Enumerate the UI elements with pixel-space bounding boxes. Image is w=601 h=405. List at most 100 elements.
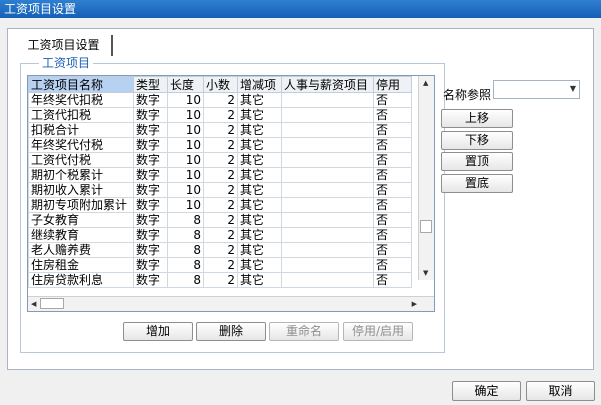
ok-button[interactable]: 确定 xyxy=(452,381,521,401)
add-button[interactable]: 增加 xyxy=(123,322,193,341)
cell-name[interactable]: 期初收入累计 xyxy=(28,182,134,198)
col-header-hr-item[interactable]: 人事与薪资项目 xyxy=(281,76,374,93)
cell-hr-item[interactable] xyxy=(281,212,374,228)
col-header-disabled[interactable]: 停用 xyxy=(373,76,412,93)
cell-disabled[interactable]: 否 xyxy=(373,137,412,153)
cell-type[interactable]: 数字 xyxy=(133,197,168,213)
cell-increase-decrease[interactable]: 其它 xyxy=(237,137,282,153)
cell-name[interactable]: 期初专项附加累计 xyxy=(28,197,134,213)
name-reference-select[interactable]: ▼ xyxy=(493,80,580,99)
cell-decimal[interactable]: 2 xyxy=(203,257,238,273)
table-row[interactable]: 住房租金 数字 8 2 其它 否 xyxy=(28,257,412,273)
table-row[interactable]: 子女教育 数字 8 2 其它 否 xyxy=(28,212,412,228)
cell-disabled[interactable]: 否 xyxy=(373,167,412,183)
cell-type[interactable]: 数字 xyxy=(133,242,168,258)
cell-increase-decrease[interactable]: 其它 xyxy=(237,242,282,258)
cell-hr-item[interactable] xyxy=(281,242,374,258)
cell-type[interactable]: 数字 xyxy=(133,167,168,183)
cell-increase-decrease[interactable]: 其它 xyxy=(237,92,282,108)
cell-hr-item[interactable] xyxy=(281,92,374,108)
cell-increase-decrease[interactable]: 其它 xyxy=(237,167,282,183)
scroll-down-icon[interactable]: ▼ xyxy=(423,269,428,277)
cell-hr-item[interactable] xyxy=(281,167,374,183)
cell-decimal[interactable]: 2 xyxy=(203,137,238,153)
cell-name[interactable]: 年终奖代付税 xyxy=(28,137,134,153)
table-row[interactable]: 继续教育 数字 8 2 其它 否 xyxy=(28,227,412,243)
cell-name[interactable]: 扣税合计 xyxy=(28,122,134,138)
cell-decimal[interactable]: 2 xyxy=(203,107,238,123)
cell-decimal[interactable]: 2 xyxy=(203,272,238,288)
cell-increase-decrease[interactable]: 其它 xyxy=(237,107,282,123)
scroll-left-icon[interactable]: ◀ xyxy=(31,300,36,308)
vertical-scrollbar[interactable]: ▲ ▼ xyxy=(418,76,434,280)
horizontal-scrollbar[interactable]: ◀ ▶ xyxy=(28,296,434,311)
cell-disabled[interactable]: 否 xyxy=(373,242,412,258)
cell-disabled[interactable]: 否 xyxy=(373,182,412,198)
cell-disabled[interactable]: 否 xyxy=(373,152,412,168)
cell-name[interactable]: 住房贷款利息 xyxy=(28,272,134,288)
cell-length[interactable]: 8 xyxy=(167,227,204,243)
cell-length[interactable]: 10 xyxy=(167,137,204,153)
cell-name[interactable]: 工资代扣税 xyxy=(28,107,134,123)
horizontal-scroll-thumb[interactable] xyxy=(40,298,64,309)
cell-disabled[interactable]: 否 xyxy=(373,272,412,288)
col-header-decimal[interactable]: 小数 xyxy=(203,76,238,93)
cell-name[interactable]: 继续教育 xyxy=(28,227,134,243)
toggle-disable-button[interactable]: 停用/启用 xyxy=(343,322,413,341)
cell-hr-item[interactable] xyxy=(281,137,374,153)
table-row[interactable]: 老人赡养费 数字 8 2 其它 否 xyxy=(28,242,412,258)
move-up-button[interactable]: 上移 xyxy=(441,109,513,128)
cell-length[interactable]: 8 xyxy=(167,212,204,228)
cell-length[interactable]: 10 xyxy=(167,182,204,198)
cell-length[interactable]: 8 xyxy=(167,272,204,288)
cell-increase-decrease[interactable]: 其它 xyxy=(237,197,282,213)
cell-hr-item[interactable] xyxy=(281,122,374,138)
cell-disabled[interactable]: 否 xyxy=(373,197,412,213)
vertical-scroll-thumb[interactable] xyxy=(420,220,432,233)
col-header-name[interactable]: 工资项目名称 xyxy=(28,76,134,93)
cell-length[interactable]: 10 xyxy=(167,167,204,183)
cell-disabled[interactable]: 否 xyxy=(373,257,412,273)
cell-decimal[interactable]: 2 xyxy=(203,167,238,183)
cell-increase-decrease[interactable]: 其它 xyxy=(237,182,282,198)
cell-length[interactable]: 8 xyxy=(167,257,204,273)
move-to-top-button[interactable]: 置顶 xyxy=(441,152,513,171)
cell-hr-item[interactable] xyxy=(281,197,374,213)
cell-decimal[interactable]: 2 xyxy=(203,197,238,213)
cell-disabled[interactable]: 否 xyxy=(373,122,412,138)
cell-type[interactable]: 数字 xyxy=(133,107,168,123)
scroll-up-icon[interactable]: ▲ xyxy=(423,79,428,87)
cell-hr-item[interactable] xyxy=(281,257,374,273)
cell-name[interactable]: 年终奖代扣税 xyxy=(28,92,134,108)
tab-salary-item-settings[interactable]: 工资项目设置 xyxy=(16,35,113,57)
cell-increase-decrease[interactable]: 其它 xyxy=(237,212,282,228)
cell-hr-item[interactable] xyxy=(281,182,374,198)
cell-increase-decrease[interactable]: 其它 xyxy=(237,152,282,168)
cell-type[interactable]: 数字 xyxy=(133,257,168,273)
cell-type[interactable]: 数字 xyxy=(133,137,168,153)
cell-type[interactable]: 数字 xyxy=(133,227,168,243)
cell-increase-decrease[interactable]: 其它 xyxy=(237,272,282,288)
cell-decimal[interactable]: 2 xyxy=(203,242,238,258)
cell-decimal[interactable]: 2 xyxy=(203,182,238,198)
cell-disabled[interactable]: 否 xyxy=(373,92,412,108)
cell-disabled[interactable]: 否 xyxy=(373,212,412,228)
cell-hr-item[interactable] xyxy=(281,107,374,123)
cell-decimal[interactable]: 2 xyxy=(203,122,238,138)
cell-type[interactable]: 数字 xyxy=(133,92,168,108)
cell-length[interactable]: 10 xyxy=(167,152,204,168)
col-header-length[interactable]: 长度 xyxy=(167,76,204,93)
table-row[interactable]: 期初收入累计 数字 10 2 其它 否 xyxy=(28,182,412,198)
chevron-down-icon[interactable]: ▼ xyxy=(570,84,576,93)
rename-button[interactable]: 重命名 xyxy=(269,322,339,341)
cancel-button[interactable]: 取消 xyxy=(526,381,595,401)
cell-length[interactable]: 10 xyxy=(167,107,204,123)
move-down-button[interactable]: 下移 xyxy=(441,131,513,150)
table-row[interactable]: 期初专项附加累计 数字 10 2 其它 否 xyxy=(28,197,412,213)
cell-increase-decrease[interactable]: 其它 xyxy=(237,122,282,138)
move-to-bottom-button[interactable]: 置底 xyxy=(441,174,513,193)
table-row[interactable]: 年终奖代扣税 数字 10 2 其它 否 xyxy=(28,92,412,108)
delete-button[interactable]: 删除 xyxy=(196,322,266,341)
cell-hr-item[interactable] xyxy=(281,272,374,288)
cell-type[interactable]: 数字 xyxy=(133,122,168,138)
